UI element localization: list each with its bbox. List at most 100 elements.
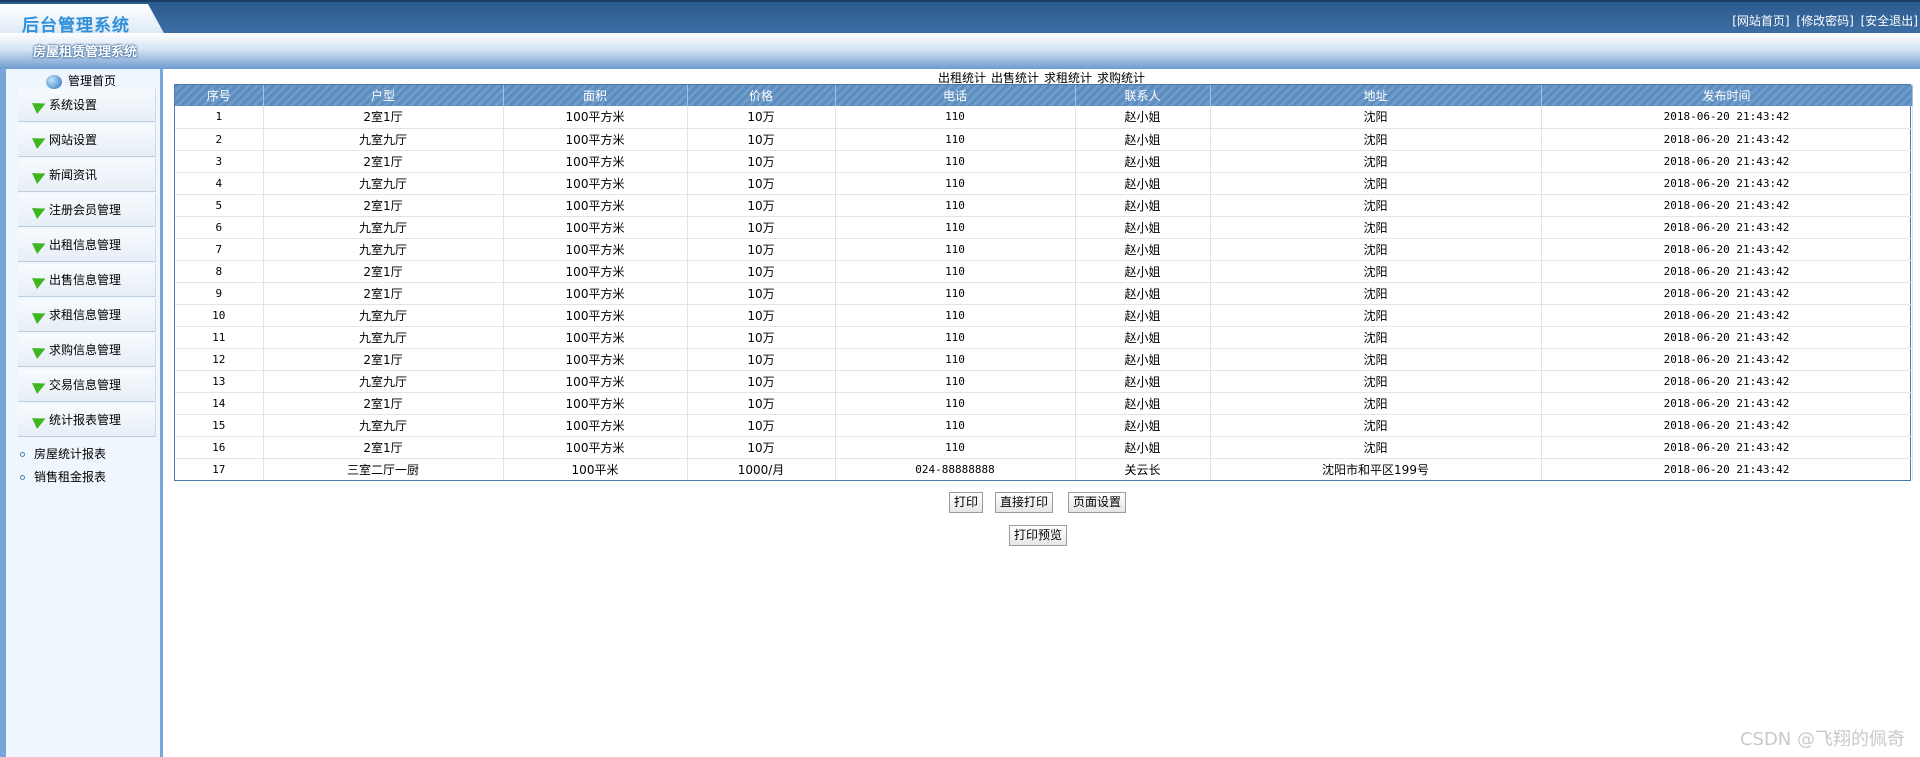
sidebar-item-sale[interactable]: 出售信息管理 bbox=[18, 264, 156, 297]
table-row: 14 2室1厅 100平方米 10万 110 赵小姐 沈阳 2018-06-20 21:43:… bbox=[175, 392, 1913, 415]
column-header: 序号 bbox=[175, 85, 264, 106]
table-cell: 沈阳 bbox=[1210, 436, 1542, 459]
table-row: 12 2室1厅 100平方米 10万 110 赵小姐 沈阳 2018-06-20 21:43:… bbox=[175, 348, 1913, 371]
table-row: 5 2室1厅 100平方米 10万 110 赵小姐 沈阳 2018-06-20 21:43:4… bbox=[175, 194, 1913, 217]
table-cell: 100平方米 bbox=[503, 282, 688, 305]
sidebar-sub-sales-rent-report[interactable]: 销售租金报表 bbox=[20, 468, 106, 485]
table-cell: 100平方米 bbox=[503, 260, 688, 283]
sidebar-item-news[interactable]: 新闻资讯 bbox=[18, 159, 156, 192]
table-cell: 沈阳市和平区199号 bbox=[1210, 458, 1542, 480]
sidebar-item-label: 统计报表管理 bbox=[49, 413, 122, 427]
tab-rent-out-stats[interactable]: 出租统计 bbox=[938, 71, 986, 85]
table-cell: 沈阳 bbox=[1210, 128, 1542, 151]
sidebar-item-site-settings[interactable]: 网站设置 bbox=[18, 124, 156, 157]
table-cell: 100平方米 bbox=[503, 436, 688, 459]
system-name-bar: 房屋租赁管理系统 bbox=[0, 33, 1920, 69]
table-cell: 2018-06-20 21:43:42 bbox=[1541, 216, 1913, 239]
table-cell: 赵小姐 bbox=[1075, 436, 1211, 459]
table-cell: 100平方米 bbox=[503, 414, 688, 437]
table-cell: 赵小姐 bbox=[1075, 260, 1211, 283]
table-cell: 2018-06-20 21:43:42 bbox=[1541, 436, 1913, 459]
arrow-icon bbox=[32, 132, 48, 149]
bullet-icon bbox=[20, 475, 25, 480]
table-cell: 100平方米 bbox=[503, 194, 688, 217]
table-cell: 10 bbox=[175, 304, 264, 327]
change-password-link[interactable]: [修改密码] bbox=[1796, 14, 1853, 28]
table-cell: 赵小姐 bbox=[1075, 194, 1211, 217]
sidebar-item-rent-out[interactable]: 出租信息管理 bbox=[18, 229, 156, 262]
table-row: 17 三室二厅一厨 100平米 1000/月 024-88888888 关云长 沈阳市和平区… bbox=[175, 458, 1913, 480]
table-cell: 14 bbox=[175, 392, 264, 415]
sidebar-item-label: 注册会员管理 bbox=[49, 203, 122, 217]
table-cell: 10万 bbox=[687, 348, 836, 371]
table-cell: 7 bbox=[175, 238, 264, 261]
table-cell: 10万 bbox=[687, 436, 836, 459]
tab-sale-stats[interactable]: 出售统计 bbox=[991, 71, 1039, 85]
table-cell: 沈阳 bbox=[1210, 106, 1542, 129]
page-setup-button[interactable]: 页面设置 bbox=[1068, 492, 1127, 513]
system-name: 房屋租赁管理系统 bbox=[33, 45, 138, 60]
table-cell: 15 bbox=[175, 414, 264, 437]
table-cell: 2018-06-20 21:43:42 bbox=[1541, 282, 1913, 305]
sidebar-sub-house-report[interactable]: 房屋统计报表 bbox=[20, 445, 106, 462]
table-cell: 2018-06-20 21:43:42 bbox=[1541, 348, 1913, 371]
table-cell: 10万 bbox=[687, 128, 836, 151]
table-cell: 沈阳 bbox=[1210, 150, 1542, 173]
watermark: CSDN @飞翔的佩奇 bbox=[1739, 729, 1905, 750]
table-row: 6 九室九厅 100平方米 10万 110 赵小姐 沈阳 2018-06-20 21:43:4… bbox=[175, 216, 1913, 239]
table-cell: 100平方米 bbox=[503, 216, 688, 239]
table-row: 10 九室九厅 100平方米 10万 110 赵小姐 沈阳 2018-06-20 21:43:… bbox=[175, 304, 1913, 327]
table-cell: 110 bbox=[835, 106, 1076, 129]
table-cell: 赵小姐 bbox=[1075, 392, 1211, 415]
sidebar-item-transactions[interactable]: 交易信息管理 bbox=[18, 369, 156, 402]
table-cell: 九室九厅 bbox=[263, 326, 504, 349]
table-cell: 九室九厅 bbox=[263, 238, 504, 261]
sidebar-item-members[interactable]: 注册会员管理 bbox=[18, 194, 156, 227]
print-preview-button[interactable]: 打印预览 bbox=[1009, 525, 1068, 546]
site-home-link[interactable]: [网站首页] bbox=[1732, 14, 1789, 28]
table-cell: 沈阳 bbox=[1210, 194, 1542, 217]
table-cell: 110 bbox=[835, 238, 1076, 261]
table-cell: 赵小姐 bbox=[1075, 282, 1211, 305]
tab-rent-wanted-stats[interactable]: 求租统计 bbox=[1044, 71, 1092, 85]
table-cell: 九室九厅 bbox=[263, 128, 504, 151]
column-header: 价格 bbox=[687, 85, 836, 106]
table-cell: 2018-06-20 21:43:42 bbox=[1541, 370, 1913, 393]
print-button[interactable]: 打印 bbox=[949, 492, 984, 513]
sidebar-item-label: 交易信息管理 bbox=[49, 378, 122, 392]
sidebar-item-system-settings[interactable]: 系统设置 bbox=[18, 89, 156, 122]
top-header-bar: 后台管理系统 [网站首页] [修改密码] [安全退出] bbox=[0, 0, 1920, 35]
sidebar-item-reports[interactable]: 统计报表管理 bbox=[18, 404, 156, 437]
column-header: 地址 bbox=[1210, 85, 1542, 106]
table-cell: 110 bbox=[835, 282, 1076, 305]
table-cell: 12 bbox=[175, 348, 264, 371]
table-cell: 6 bbox=[175, 216, 264, 239]
tab-buy-wanted-stats[interactable]: 求购统计 bbox=[1097, 71, 1145, 85]
sidebar-item-buy-wanted[interactable]: 求购信息管理 bbox=[18, 334, 156, 367]
logout-link[interactable]: [安全退出] bbox=[1861, 14, 1918, 28]
table-cell: 赵小姐 bbox=[1075, 106, 1211, 129]
sidebar-item-rent-wanted[interactable]: 求租信息管理 bbox=[18, 299, 156, 332]
arrow-icon bbox=[32, 97, 48, 114]
column-header: 联系人 bbox=[1075, 85, 1211, 106]
column-header: 面积 bbox=[503, 85, 688, 106]
table-cell: 2018-06-20 21:43:42 bbox=[1541, 172, 1913, 195]
sidebar-home-link[interactable]: 管理首页 bbox=[46, 72, 116, 89]
table-cell: 赵小姐 bbox=[1075, 414, 1211, 437]
table-cell: 沈阳 bbox=[1210, 370, 1542, 393]
table-cell: 2018-06-20 21:43:42 bbox=[1541, 238, 1913, 261]
table-cell: 10万 bbox=[687, 304, 836, 327]
table-cell: 2室1厅 bbox=[263, 392, 504, 415]
table-cell: 2 bbox=[175, 128, 264, 151]
sidebar-item-label: 求租信息管理 bbox=[49, 308, 122, 322]
table-cell: 2018-06-20 21:43:42 bbox=[1541, 194, 1913, 217]
table-cell: 赵小姐 bbox=[1075, 172, 1211, 195]
arrow-icon bbox=[32, 342, 48, 359]
table-cell: 关云长 bbox=[1075, 458, 1211, 480]
table-cell: 2室1厅 bbox=[263, 194, 504, 217]
table-cell: 100平方米 bbox=[503, 304, 688, 327]
table-cell: 沈阳 bbox=[1210, 304, 1542, 327]
table-cell: 2室1厅 bbox=[263, 282, 504, 305]
direct-print-button[interactable]: 直接打印 bbox=[995, 492, 1054, 513]
table-row: 16 2室1厅 100平方米 10万 110 赵小姐 沈阳 2018-06-20 21:43:… bbox=[175, 436, 1913, 459]
